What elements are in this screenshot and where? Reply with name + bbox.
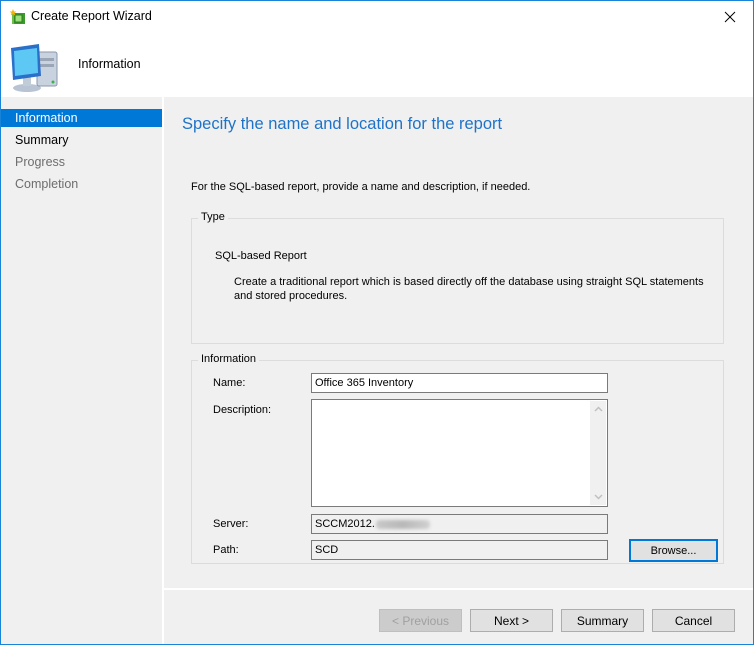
browse-button[interactable]: Browse...: [629, 539, 718, 562]
information-group: Information Name: Office 365 Inventory D…: [191, 353, 724, 564]
intro-text: For the SQL-based report, provide a name…: [191, 181, 531, 193]
page-title: Specify the name and location for the re…: [182, 115, 503, 133]
title-bar: Create Report Wizard: [1, 1, 753, 32]
close-icon: [724, 11, 736, 22]
cancel-button[interactable]: Cancel: [652, 609, 735, 632]
path-label: Path:: [213, 544, 239, 556]
name-value: Office 365 Inventory: [315, 377, 414, 389]
type-group-label: Type: [198, 211, 228, 223]
server-value: SCCM2012.: [315, 518, 375, 530]
wizard-header: Information: [1, 32, 753, 97]
main-panel: Specify the name and location for the re…: [164, 97, 753, 644]
server-field[interactable]: SCCM2012.: [311, 514, 608, 534]
redacted-domain: [375, 519, 430, 529]
scroll-up-button[interactable]: [590, 401, 606, 417]
chevron-up-icon: [593, 406, 603, 412]
chevron-down-icon: [593, 494, 603, 500]
path-field[interactable]: SCD: [311, 540, 608, 560]
wizard-icon: [9, 9, 26, 25]
create-report-wizard-window: Create Report Wizard Information Informa: [0, 0, 754, 645]
header-title: Information: [78, 57, 141, 71]
report-type-description: Create a traditional report which is bas…: [234, 276, 704, 302]
sidebar-item-summary[interactable]: Summary: [1, 131, 162, 149]
information-group-label: Information: [198, 353, 260, 365]
sidebar-item-information[interactable]: Information: [1, 109, 162, 127]
report-type-name: SQL-based Report: [215, 250, 307, 262]
name-label: Name:: [213, 377, 246, 389]
path-value: SCD: [315, 544, 339, 556]
sidebar-item-completion: Completion: [15, 177, 79, 191]
previous-button: < Previous: [379, 609, 462, 632]
close-button[interactable]: [707, 1, 753, 32]
computer-icon: [9, 40, 63, 94]
description-scrollbar[interactable]: [590, 401, 606, 505]
next-button[interactable]: Next >: [470, 609, 553, 632]
name-field[interactable]: Office 365 Inventory: [311, 373, 608, 393]
wizard-steps-sidebar: Information Summary Progress Completion: [1, 97, 162, 644]
scroll-down-button[interactable]: [590, 489, 606, 505]
description-field[interactable]: [311, 399, 608, 507]
server-label: Server:: [213, 518, 249, 530]
sidebar-item-progress: Progress: [15, 155, 66, 169]
footer-divider: [164, 588, 753, 590]
window-title: Create Report Wizard: [31, 9, 152, 23]
type-group: Type SQL-based Report Create a tradition…: [191, 211, 724, 344]
description-label: Description:: [213, 404, 272, 416]
summary-button[interactable]: Summary: [561, 609, 644, 632]
